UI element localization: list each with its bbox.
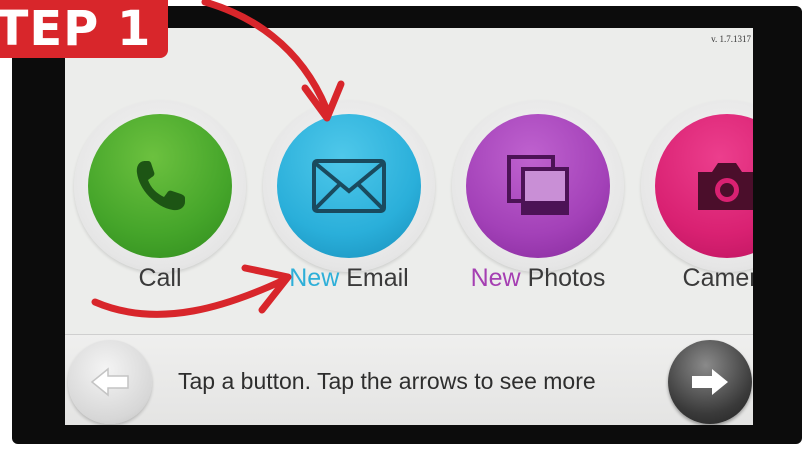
new-email-new-word: New [289,264,340,292]
photos-icon [507,155,569,215]
new-photos-app-label: New Photos [471,264,606,293]
new-email-label-text: Email [339,264,409,292]
new-photos-app-disc [466,114,610,258]
new-photos-label-text: Photos [520,264,606,292]
new-email-app-label: New Email [289,264,408,293]
call-label-text: Call [138,264,182,292]
instruction-text: Tap a button. Tap the arrows to see more [178,368,596,394]
version-label: v. 1.7.1317 [711,34,751,44]
call-app-button[interactable] [74,100,246,272]
envelope-icon [312,159,386,213]
phone-icon [136,161,185,211]
new-photos-app-button[interactable] [452,100,624,272]
new-email-app-disc [277,114,421,258]
camera-app-label: Camera [683,264,753,293]
camera-app-button[interactable] [641,100,753,272]
call-app-label: Call [138,264,181,293]
camera-app-disc [655,114,753,258]
app-screen: v. 1.7.1317 Call New Email New Photos Ca… [65,28,753,425]
new-email-app-button[interactable] [263,100,435,272]
camera-label-text: Camera [682,264,753,292]
step-badge-label: STEP 1 [0,1,152,57]
step-badge: STEP 1 [0,0,168,58]
prev-page-button[interactable] [68,340,152,424]
call-app-disc [88,114,232,258]
new-photos-new-word: New [470,264,521,292]
next-page-button[interactable] [668,340,752,424]
camera-icon [698,163,753,210]
arrow-right-icon [692,369,728,395]
arrow-left-icon [90,367,129,397]
